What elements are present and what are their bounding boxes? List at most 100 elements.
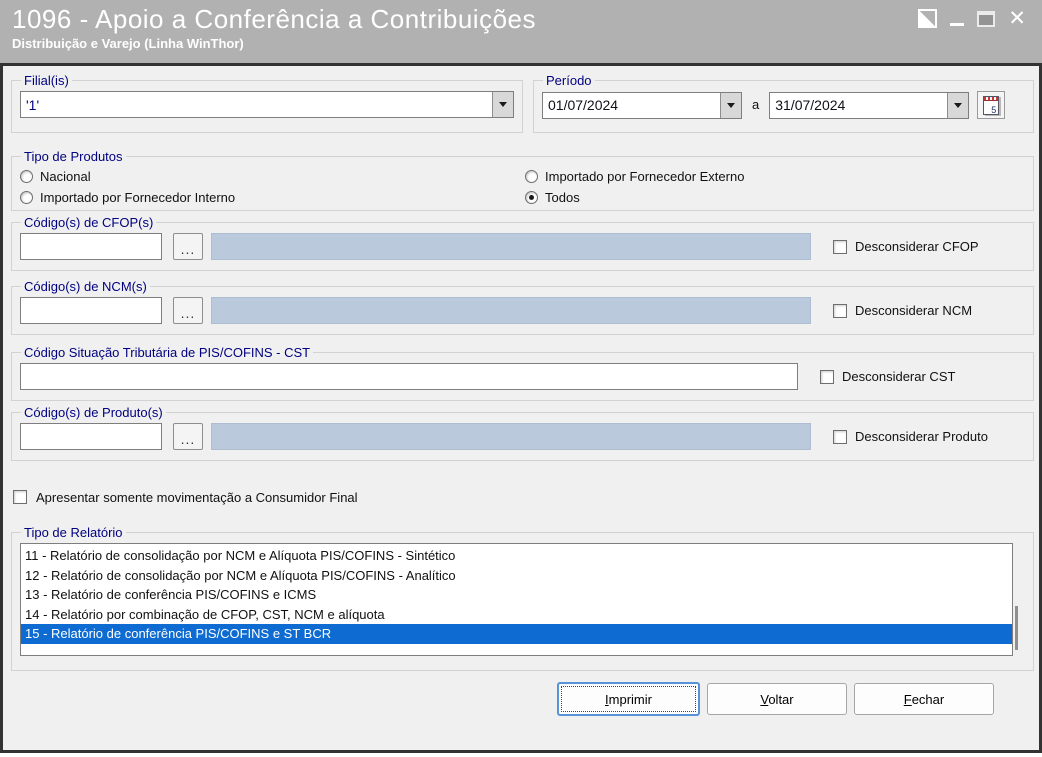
chevron-down-icon [954, 102, 963, 108]
filial-legend: Filial(is) [24, 73, 69, 88]
window-style-icon[interactable] [918, 9, 938, 28]
start-date-value: 01/07/2024 [548, 97, 619, 113]
button-label: echar [911, 691, 945, 707]
checkbox-label: Desconsiderar Produto [855, 429, 988, 444]
desconsiderar-ncm-checkbox[interactable]: Desconsiderar NCM [833, 303, 972, 318]
produto-code-input[interactable] [20, 423, 162, 450]
fechar-button[interactable]: Fechar [854, 683, 994, 715]
tipo-relatorio-groupbox: Tipo de Relatório 11 - Relatório de cons… [11, 525, 1034, 671]
filial-groupbox: Filial(is) '1' [11, 73, 523, 133]
cfop-browse-button[interactable]: ... [173, 233, 203, 260]
list-item[interactable]: 13 - Relatório de conferência PIS/COFINS… [21, 585, 1012, 605]
desconsiderar-cfop-checkbox[interactable]: Desconsiderar CFOP [833, 239, 979, 254]
radio-nacional[interactable]: Nacional [20, 166, 525, 186]
close-button[interactable]: ✕ [1008, 8, 1026, 29]
top-row: Filial(is) '1' Período 01/07/2024 a 31/0… [11, 73, 1034, 133]
filial-value: '1' [26, 96, 40, 113]
app-window: 1096 - Apoio a Conferência a Contribuiçõ… [0, 0, 1042, 753]
periodo-legend: Período [546, 73, 592, 88]
end-date-combobox[interactable]: 31/07/2024 [769, 91, 970, 119]
list-item[interactable]: 14 - Relatório por combinação de CFOP, C… [21, 605, 1012, 625]
ncm-browse-button[interactable]: ... [173, 297, 203, 324]
radio-icon[interactable] [20, 190, 33, 204]
cst-input[interactable] [20, 363, 798, 390]
radio-icon[interactable] [525, 190, 538, 204]
checkbox-label: Apresentar somente movimentação a Consum… [36, 489, 358, 505]
imprimir-button[interactable]: Imprimir [557, 682, 700, 716]
titlebar[interactable]: 1096 - Apoio a Conferência a Contribuiçõ… [0, 0, 1042, 63]
button-accel: F [903, 691, 912, 707]
window-title: 1096 - Apoio a Conferência a Contribuiçõ… [12, 4, 536, 34]
radio-icon[interactable] [525, 169, 538, 183]
periodo-groupbox: Período 01/07/2024 a 31/07/2024 5 [533, 73, 1034, 133]
chevron-down-icon [499, 102, 507, 107]
cfop-code-input[interactable] [20, 233, 162, 260]
calendar-button[interactable]: 5 [977, 91, 1006, 119]
ncm-selected-list-field [211, 297, 811, 324]
dialog-content: Filial(is) '1' Período 01/07/2024 a 31/0… [0, 63, 1042, 753]
listbox-scrollbar-thumb[interactable] [1015, 606, 1018, 650]
checkbox-icon[interactable] [833, 303, 847, 318]
periodo-separator-label: a [752, 96, 760, 112]
radio-importado-externo[interactable]: Importado por Fornecedor Externo [525, 166, 1025, 186]
periodo-row: 01/07/2024 a 31/07/2024 5 [542, 89, 1025, 119]
window-subtitle: Distribuição e Varejo (Linha WinThor) [12, 36, 244, 51]
relatorio-listbox[interactable]: 11 - Relatório de consolidação por NCM e… [20, 543, 1013, 656]
cfop-groupbox: Código(s) de CFOP(s) ... Desconsiderar C… [11, 215, 1034, 271]
produto-legend: Código(s) de Produto(s) [24, 405, 163, 420]
produto-selected-list-field [211, 423, 811, 450]
window-controls: ✕ [918, 8, 1026, 29]
tipo-produtos-groupbox: Tipo de Produtos Nacional Importado por … [11, 149, 1034, 211]
calendar-day-label: 5 [991, 104, 997, 115]
ncm-groupbox: Código(s) de NCM(s) ... Desconsiderar NC… [11, 279, 1034, 335]
radio-label: Todos [545, 189, 580, 205]
minimize-button[interactable] [950, 23, 965, 26]
ncm-legend: Código(s) de NCM(s) [24, 279, 147, 294]
radio-label: Nacional [40, 168, 91, 184]
tipo-produtos-legend: Tipo de Produtos [24, 149, 123, 164]
cst-groupbox: Código Situação Tributária de PIS/COFINS… [11, 345, 1034, 401]
produto-browse-button[interactable]: ... [173, 423, 203, 450]
ncm-row: ... Desconsiderar NCM [20, 297, 1025, 324]
start-date-dropdown-button[interactable] [720, 92, 741, 118]
checkbox-icon[interactable] [13, 490, 27, 504]
checkbox-icon[interactable] [833, 239, 847, 254]
tipo-produtos-options: Nacional Importado por Fornecedor Extern… [20, 166, 1025, 207]
list-item[interactable]: 11 - Relatório de consolidação por NCM e… [21, 546, 1012, 566]
produto-row: ... Desconsiderar Produto [20, 423, 1025, 450]
voltar-button[interactable]: Voltar [707, 683, 847, 715]
list-item[interactable]: 15 - Relatório de conferência PIS/COFINS… [21, 624, 1012, 644]
checkbox-icon[interactable] [833, 429, 847, 444]
button-label: mprimir [608, 691, 652, 707]
radio-importado-interno[interactable]: Importado por Fornecedor Interno [20, 187, 525, 207]
radio-todos[interactable]: Todos [525, 187, 1025, 207]
calendar-icon: 5 [983, 95, 1000, 115]
checkbox-label: Desconsiderar CFOP [855, 239, 979, 254]
filial-dropdown-button[interactable] [492, 92, 513, 117]
checkbox-label: Desconsiderar NCM [855, 303, 973, 318]
list-item[interactable]: 12 - Relatório de consolidação por NCM e… [21, 566, 1012, 586]
tipo-relatorio-legend: Tipo de Relatório [24, 525, 123, 540]
filial-combobox[interactable]: '1' [20, 91, 514, 118]
radio-label: Importado por Fornecedor Interno [40, 189, 236, 205]
calendar-binding-icon [984, 96, 999, 101]
end-date-dropdown-button[interactable] [947, 92, 969, 118]
checkbox-label: Desconsiderar CST [842, 369, 956, 384]
cst-row: Desconsiderar CST [20, 363, 1025, 390]
radio-label: Importado por Fornecedor Externo [545, 168, 745, 184]
cfop-row: ... Desconsiderar CFOP [20, 233, 1025, 260]
chevron-down-icon [727, 102, 735, 108]
end-date-value: 31/07/2024 [775, 97, 846, 113]
cfop-legend: Código(s) de CFOP(s) [24, 215, 154, 230]
maximize-button[interactable] [977, 11, 996, 27]
desconsiderar-cst-checkbox[interactable]: Desconsiderar CST [820, 369, 955, 384]
cst-legend: Código Situação Tributária de PIS/COFINS… [24, 345, 311, 360]
desconsiderar-produto-checkbox[interactable]: Desconsiderar Produto [833, 429, 988, 444]
cfop-selected-list-field [211, 233, 811, 260]
ncm-code-input[interactable] [20, 297, 162, 324]
produto-groupbox: Código(s) de Produto(s) ... Desconsidera… [11, 405, 1034, 461]
checkbox-icon[interactable] [820, 369, 834, 384]
start-date-combobox[interactable]: 01/07/2024 [542, 91, 742, 119]
consumidor-final-checkbox[interactable]: Apresentar somente movimentação a Consum… [13, 489, 1034, 505]
radio-icon[interactable] [20, 169, 33, 183]
